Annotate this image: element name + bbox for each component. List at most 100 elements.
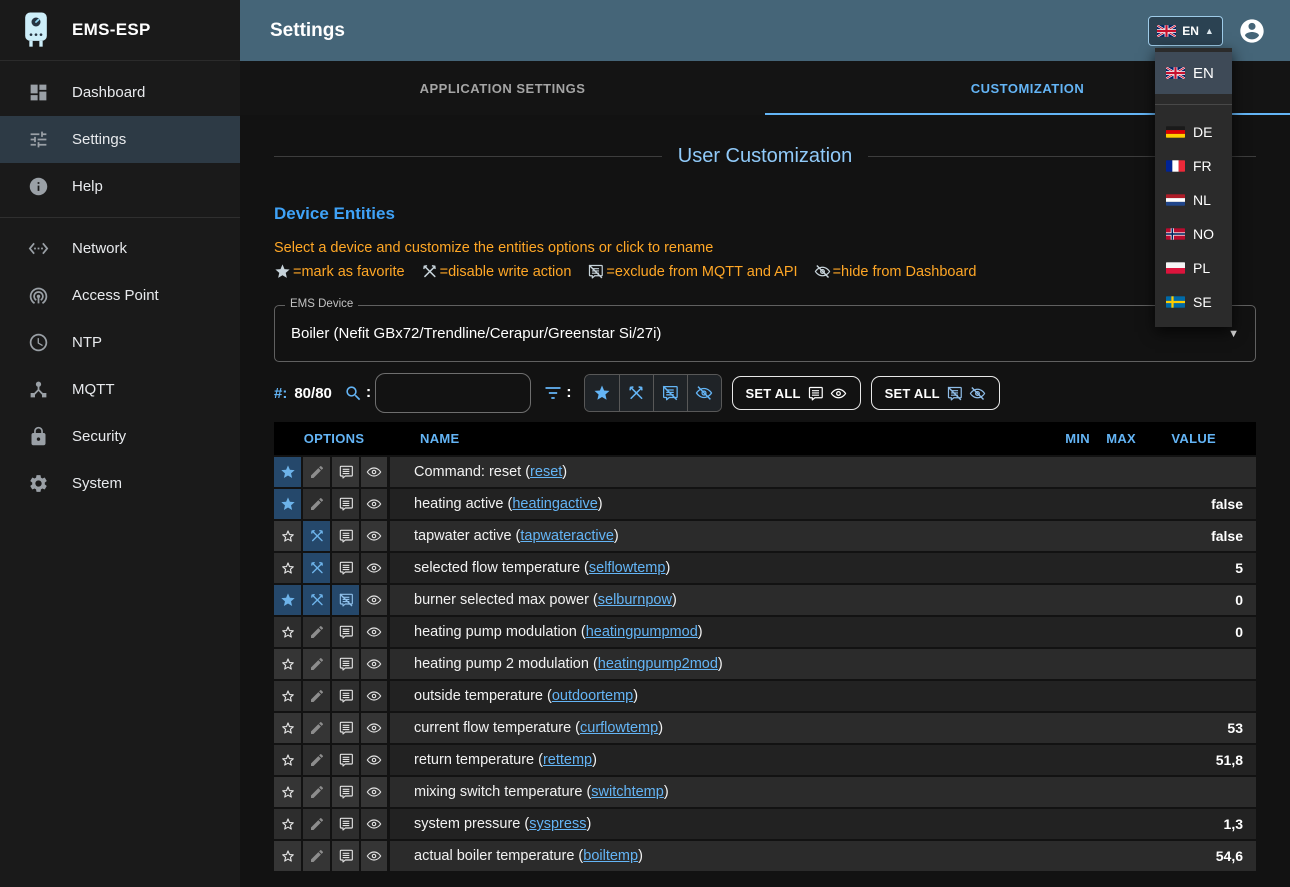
favorite-toggle[interactable] — [274, 841, 303, 871]
disable-write-toggle[interactable] — [303, 681, 332, 711]
exclude-mqtt-toggle[interactable] — [332, 809, 361, 839]
entity-id-link[interactable]: reset — [530, 464, 562, 480]
disable-write-toggle[interactable] — [303, 713, 332, 743]
language-option-se[interactable]: SE — [1155, 285, 1232, 319]
exclude-mqtt-toggle[interactable] — [332, 617, 361, 647]
disable-write-toggle[interactable] — [303, 585, 332, 615]
disable-write-filter[interactable] — [619, 375, 653, 411]
set-all-hide-button[interactable]: SET ALL — [871, 376, 1000, 410]
entity-id-link[interactable]: outdoortemp — [552, 688, 633, 704]
disable-write-toggle[interactable] — [303, 745, 332, 775]
exclude-mqtt-toggle[interactable] — [332, 649, 361, 679]
visibility-toggle[interactable] — [361, 777, 390, 807]
entity-name[interactable]: burner selected max power (selburnpow) — [390, 585, 1044, 615]
entity-name[interactable]: Command: reset (reset) — [390, 457, 1044, 487]
favorite-toggle[interactable] — [274, 809, 303, 839]
exclude-mqtt-toggle[interactable] — [332, 841, 361, 871]
entity-id-link[interactable]: tapwateractive — [520, 528, 614, 544]
language-option-nl[interactable]: NL — [1155, 183, 1232, 217]
entity-name[interactable]: system pressure (syspress) — [390, 809, 1044, 839]
entity-name[interactable]: mixing switch temperature (switchtemp) — [390, 777, 1044, 807]
entity-id-link[interactable]: heatingactive — [512, 496, 597, 512]
set-all-show-button[interactable]: SET ALL — [732, 376, 861, 410]
entity-name[interactable]: selected flow temperature (selflowtemp) — [390, 553, 1044, 583]
exclude-mqtt-toggle[interactable] — [332, 713, 361, 743]
favorite-toggle[interactable] — [274, 617, 303, 647]
favorite-toggle[interactable] — [274, 489, 303, 519]
language-option-de[interactable]: DE — [1155, 115, 1232, 149]
entity-id-link[interactable]: curflowtemp — [580, 720, 658, 736]
disable-write-toggle[interactable] — [303, 521, 332, 551]
visibility-toggle[interactable] — [361, 809, 390, 839]
exclude-mqtt-filter[interactable] — [653, 375, 687, 411]
sidebar-item-settings[interactable]: Settings — [0, 116, 240, 163]
language-option-pl[interactable]: PL — [1155, 251, 1232, 285]
favorite-toggle[interactable] — [274, 745, 303, 775]
entity-id-link[interactable]: rettemp — [543, 752, 592, 768]
exclude-mqtt-toggle[interactable] — [332, 457, 361, 487]
sidebar-item-access-point[interactable]: Access Point — [0, 272, 240, 319]
language-option-no[interactable]: NO — [1155, 217, 1232, 251]
search-input[interactable] — [375, 373, 531, 413]
sidebar-item-security[interactable]: Security — [0, 413, 240, 460]
entity-id-link[interactable]: selflowtemp — [589, 560, 666, 576]
exclude-mqtt-toggle[interactable] — [332, 489, 361, 519]
exclude-mqtt-toggle[interactable] — [332, 553, 361, 583]
visibility-toggle[interactable] — [361, 681, 390, 711]
entity-name[interactable]: outside temperature (outdoortemp) — [390, 681, 1044, 711]
disable-write-toggle[interactable] — [303, 489, 332, 519]
sidebar-item-ntp[interactable]: NTP — [0, 319, 240, 366]
entity-name[interactable]: current flow temperature (curflowtemp) — [390, 713, 1044, 743]
visibility-toggle[interactable] — [361, 649, 390, 679]
visibility-toggle[interactable] — [361, 841, 390, 871]
exclude-mqtt-toggle[interactable] — [332, 585, 361, 615]
visibility-toggle[interactable] — [361, 745, 390, 775]
favorite-toggle[interactable] — [274, 585, 303, 615]
entity-id-link[interactable]: heatingpump2mod — [598, 656, 718, 672]
exclude-mqtt-toggle[interactable] — [332, 681, 361, 711]
visibility-toggle[interactable] — [361, 553, 390, 583]
disable-write-toggle[interactable] — [303, 841, 332, 871]
favorite-filter[interactable] — [585, 375, 619, 411]
disable-write-toggle[interactable] — [303, 457, 332, 487]
favorite-toggle[interactable] — [274, 553, 303, 583]
disable-write-toggle[interactable] — [303, 777, 332, 807]
sidebar-item-network[interactable]: Network — [0, 225, 240, 272]
visibility-toggle[interactable] — [361, 457, 390, 487]
language-button[interactable]: EN ▲ — [1148, 16, 1223, 46]
entity-id-link[interactable]: selburnpow — [598, 592, 672, 608]
exclude-mqtt-toggle[interactable] — [332, 745, 361, 775]
favorite-toggle[interactable] — [274, 681, 303, 711]
language-option-en[interactable]: EN — [1155, 52, 1232, 94]
favorite-toggle[interactable] — [274, 457, 303, 487]
visibility-toggle[interactable] — [361, 617, 390, 647]
disable-write-toggle[interactable] — [303, 649, 332, 679]
entity-name[interactable]: heating active (heatingactive) — [390, 489, 1044, 519]
visibility-toggle[interactable] — [361, 713, 390, 743]
hide-filter[interactable] — [687, 375, 721, 411]
disable-write-toggle[interactable] — [303, 809, 332, 839]
entity-id-link[interactable]: syspress — [529, 816, 586, 832]
tab-application-settings[interactable]: APPLICATION SETTINGS — [240, 61, 765, 115]
favorite-toggle[interactable] — [274, 777, 303, 807]
language-option-fr[interactable]: FR — [1155, 149, 1232, 183]
favorite-toggle[interactable] — [274, 713, 303, 743]
sidebar-item-help[interactable]: Help — [0, 163, 240, 210]
visibility-toggle[interactable] — [361, 489, 390, 519]
exclude-mqtt-toggle[interactable] — [332, 777, 361, 807]
visibility-toggle[interactable] — [361, 521, 390, 551]
disable-write-toggle[interactable] — [303, 617, 332, 647]
sidebar-item-mqtt[interactable]: MQTT — [0, 366, 240, 413]
entity-name[interactable]: actual boiler temperature (boiltemp) — [390, 841, 1044, 871]
entity-name[interactable]: tapwater active (tapwateractive) — [390, 521, 1044, 551]
entity-id-link[interactable]: heatingpumpmod — [586, 624, 698, 640]
visibility-toggle[interactable] — [361, 585, 390, 615]
entity-name[interactable]: heating pump 2 modulation (heatingpump2m… — [390, 649, 1044, 679]
exclude-mqtt-toggle[interactable] — [332, 521, 361, 551]
favorite-toggle[interactable] — [274, 521, 303, 551]
sidebar-item-dashboard[interactable]: Dashboard — [0, 69, 240, 116]
entity-name[interactable]: heating pump modulation (heatingpumpmod) — [390, 617, 1044, 647]
sidebar-item-system[interactable]: System — [0, 460, 240, 507]
account-button[interactable] — [1238, 17, 1266, 45]
entity-id-link[interactable]: boiltemp — [583, 848, 638, 864]
